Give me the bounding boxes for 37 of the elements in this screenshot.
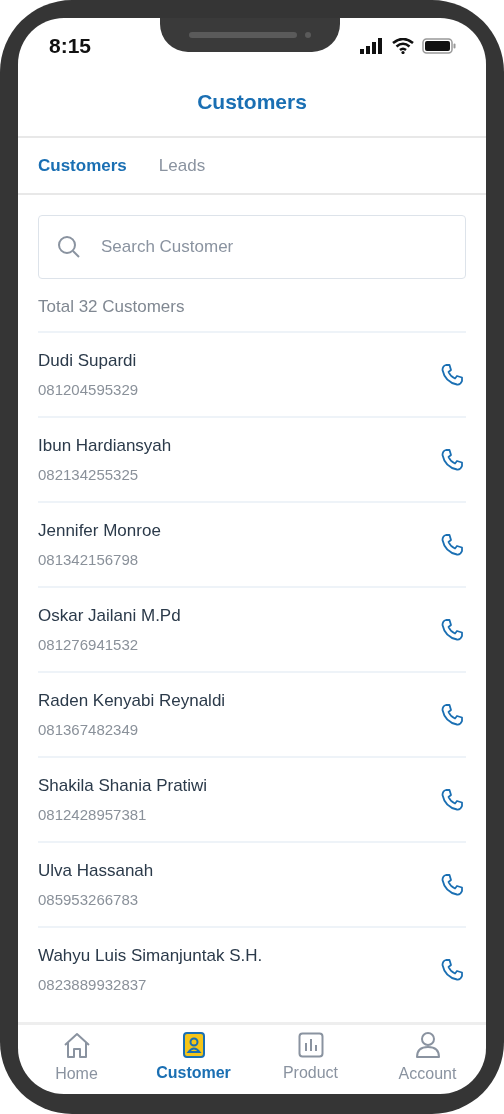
customer-name[interactable]: Jennifer Monroe [38, 521, 161, 541]
battery-icon [422, 38, 456, 54]
customer-name[interactable]: Shakila Shania Pratiwi [38, 776, 208, 796]
signal-icon [360, 38, 384, 54]
customer-name[interactable]: Dudi Supardi [38, 351, 139, 371]
customer-name[interactable]: Ibun Hardiansyah [38, 436, 172, 456]
phone-number: 085953266783 [38, 891, 140, 908]
phone-number: 081367482349 [38, 721, 140, 738]
phone-icon[interactable] [440, 787, 464, 812]
search-icon [57, 235, 81, 259]
customer-name[interactable]: Wahyu Luis Simanjuntak S.H. [38, 946, 263, 966]
phone-number: 081342156798 [38, 551, 140, 568]
phone-icon[interactable] [440, 617, 464, 642]
tab[interactable]: Customers [38, 155, 127, 176]
phone-icon[interactable] [440, 702, 464, 727]
customer-name[interactable]: Oskar Jailani M.Pd [38, 606, 181, 626]
wifi-icon [392, 38, 414, 54]
phone-number: 082134255325 [38, 466, 140, 483]
phone-icon[interactable] [440, 872, 464, 897]
search-bar[interactable]: Search Customer [38, 215, 466, 279]
page-title: Customers [197, 90, 307, 114]
person-icon [414, 1030, 441, 1059]
phone-icon[interactable] [440, 957, 464, 982]
customer-name[interactable]: Raden Kenyabi Reynaldi [38, 691, 226, 711]
phone-number: 0823889932837 [38, 976, 148, 993]
phone-icon[interactable] [440, 362, 464, 387]
phone-number: 081204595329 [38, 381, 139, 398]
phone-number: 0812428957381 [38, 806, 148, 823]
phone-icon[interactable] [440, 447, 464, 472]
customer-name[interactable]: Ulva Hassanah [38, 861, 154, 881]
contact-book-icon [181, 1031, 206, 1058]
chart-icon [297, 1031, 324, 1058]
nav-tab[interactable]: Customer [135, 1025, 252, 1088]
phone-icon[interactable] [440, 532, 464, 557]
phone-number: 081276941532 [38, 636, 140, 653]
status-time: 8:15 [49, 34, 92, 58]
total-count: Total 32 Customers [38, 297, 186, 317]
